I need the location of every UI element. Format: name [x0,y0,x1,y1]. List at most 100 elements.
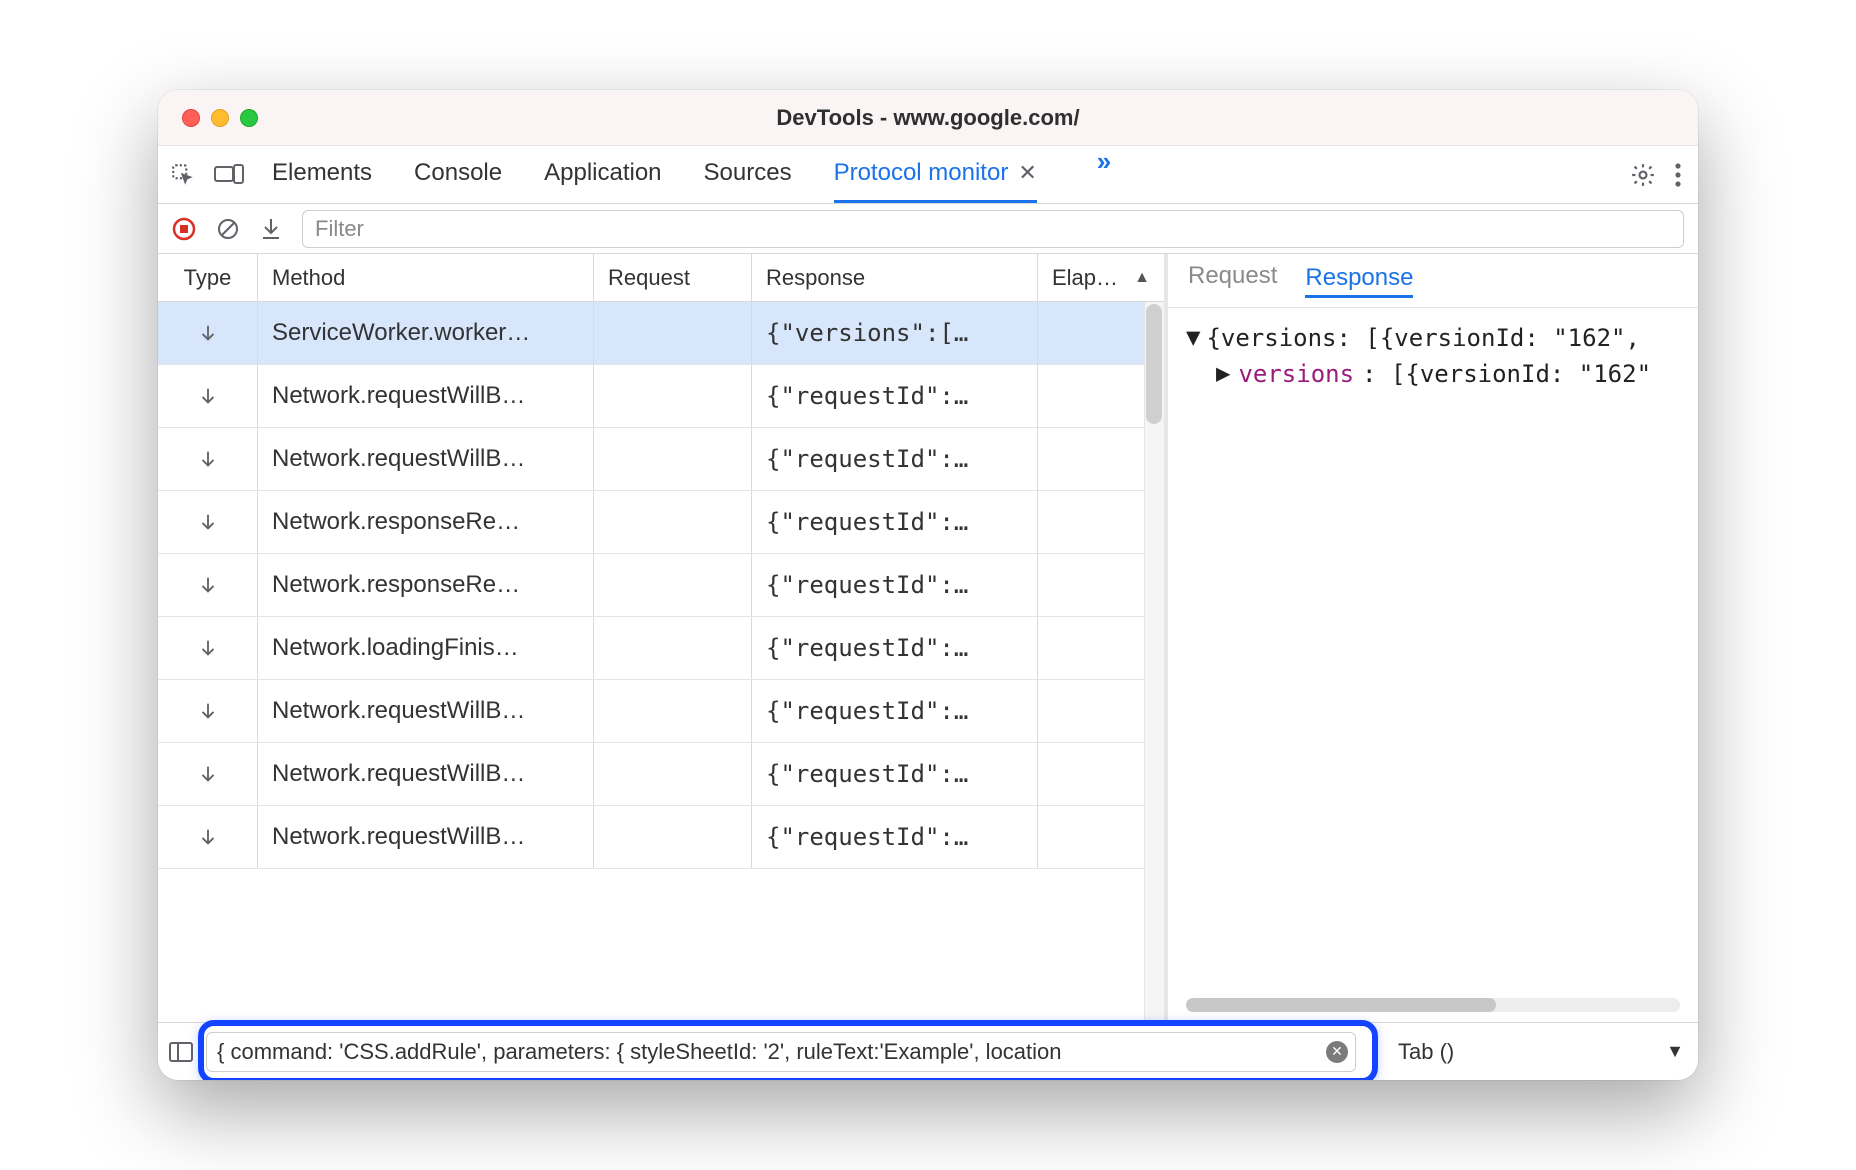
table-row[interactable]: Network.requestWillB… {"requestId":… [158,806,1164,869]
row-direction-icon [158,617,258,679]
horizontal-scrollbar[interactable] [1186,996,1680,1012]
row-method: Network.requestWillB… [258,680,594,742]
col-request[interactable]: Request [594,254,752,301]
table-body[interactable]: ServiceWorker.worker…{"versions":[…Netwo… [158,302,1164,1022]
row-direction-icon [158,806,258,868]
row-elapsed [1038,428,1164,490]
table-row[interactable]: Network.responseRe… {"requestId":… [158,491,1164,554]
row-response: {"requestId":… [752,680,1038,742]
row-elapsed [1038,680,1164,742]
tree-key-versions: versions [1238,360,1354,388]
row-response: {"requestId":… [752,617,1038,679]
row-request [594,491,752,553]
tabs-overflow-button[interactable]: » [1097,146,1111,203]
col-elapsed-label: Elap… [1052,265,1118,291]
details-tab-response[interactable]: Response [1305,264,1413,298]
row-request [594,617,752,679]
response-tree[interactable]: ▼ {versions: [{versionId: "162", ▶ versi… [1168,308,1698,1022]
row-method: Network.responseRe… [258,491,594,553]
zoom-window-button[interactable] [240,109,258,127]
tab-sources[interactable]: Sources [704,146,792,203]
drawer-footer: ✕ Tab () ▼ [158,1022,1698,1080]
clear-input-icon[interactable]: ✕ [1326,1041,1348,1063]
details-pane: Request Response ▼ {versions: [{versionI… [1168,254,1698,1022]
row-elapsed [1038,617,1164,679]
col-elapsed[interactable]: Elap… ▲ [1038,254,1164,301]
record-button[interactable] [172,217,196,241]
window-title: DevTools - www.google.com/ [158,105,1698,131]
row-method: Network.requestWillB… [258,743,594,805]
row-method: Network.requestWillB… [258,806,594,868]
row-elapsed [1038,302,1164,364]
tab-elements[interactable]: Elements [272,146,372,203]
disclosure-open-icon[interactable]: ▼ [1186,323,1200,351]
table-row[interactable]: Network.requestWillB… {"requestId":… [158,365,1164,428]
col-response[interactable]: Response [752,254,1038,301]
close-window-button[interactable] [182,109,200,127]
row-request [594,806,752,868]
drawer-tab-label[interactable]: Tab () [1398,1039,1454,1065]
tab-protocol-monitor[interactable]: Protocol monitor ✕ [834,146,1037,203]
table-row[interactable]: Network.loadingFinis… {"requestId":… [158,617,1164,680]
device-toolbar-icon[interactable] [214,163,244,187]
tab-console[interactable]: Console [414,146,502,203]
row-request [594,554,752,616]
row-method: ServiceWorker.worker… [258,302,594,364]
tab-application[interactable]: Application [544,146,661,203]
download-icon[interactable] [260,217,282,241]
row-elapsed [1038,491,1164,553]
row-direction-icon [158,554,258,616]
row-response: {"requestId":… [752,554,1038,616]
disclosure-closed-icon[interactable]: ▶ [1216,359,1230,387]
table-row[interactable]: Network.requestWillB… {"requestId":… [158,428,1164,491]
tree-value-versions: : [{versionId: "162" [1362,360,1651,388]
table-row[interactable]: Network.requestWillB… {"requestId":… [158,680,1164,743]
window-controls [182,109,258,127]
row-direction-icon [158,743,258,805]
table-row[interactable]: ServiceWorker.worker… {"versions":[… [158,302,1164,365]
main-split: Type Method Request Response Elap… ▲ Ser… [158,254,1698,1022]
table-row[interactable]: Network.requestWillB…{"requestId":… [158,743,1164,806]
close-panel-icon[interactable]: ✕ [1018,160,1036,186]
settings-gear-icon[interactable] [1630,162,1656,188]
panel-tabs-bar: Elements Console Application Sources Pro… [158,146,1698,204]
row-direction-icon [158,428,258,490]
panel-tabs: Elements Console Application Sources Pro… [272,146,1111,203]
command-input[interactable] [206,1032,1356,1072]
row-direction-icon [158,680,258,742]
row-direction-icon [158,365,258,427]
row-elapsed [1038,365,1164,427]
devtools-window: DevTools - www.google.com/ [158,90,1698,1080]
row-method: Network.requestWillB… [258,428,594,490]
titlebar: DevTools - www.google.com/ [158,90,1698,146]
row-method: Network.responseRe… [258,554,594,616]
inspect-element-icon[interactable] [170,162,196,188]
minimize-window-button[interactable] [211,109,229,127]
row-request [594,428,752,490]
row-response: {"versions":[… [752,302,1038,364]
row-response: {"requestId":… [752,806,1038,868]
tree-root-text: {versions: [{versionId: "162", [1206,324,1639,352]
table-row[interactable]: Network.responseRe… {"requestId":… [158,554,1164,617]
sort-ascending-icon: ▲ [1134,269,1150,287]
row-request [594,365,752,427]
row-response: {"requestId":… [752,428,1038,490]
clear-log-icon[interactable] [216,217,240,241]
table-header-row: Type Method Request Response Elap… ▲ [158,254,1164,302]
details-tab-request[interactable]: Request [1188,262,1277,299]
row-response: {"requestId":… [752,491,1038,553]
row-elapsed [1038,743,1164,805]
row-response: {"requestId":… [752,365,1038,427]
row-method: Network.requestWillB… [258,365,594,427]
col-method[interactable]: Method [258,254,594,301]
row-method: Network.loadingFinis… [258,617,594,679]
filter-input[interactable] [302,210,1684,248]
col-type[interactable]: Type [158,254,258,301]
horizontal-scrollbar-thumb[interactable] [1186,998,1496,1012]
protocol-toolbar [158,204,1698,254]
drawer-collapse-icon[interactable]: ▼ [1666,1041,1684,1062]
row-elapsed [1038,806,1164,868]
toggle-sidebar-icon[interactable] [168,1040,194,1064]
more-menu-icon[interactable] [1674,162,1682,188]
row-request [594,680,752,742]
